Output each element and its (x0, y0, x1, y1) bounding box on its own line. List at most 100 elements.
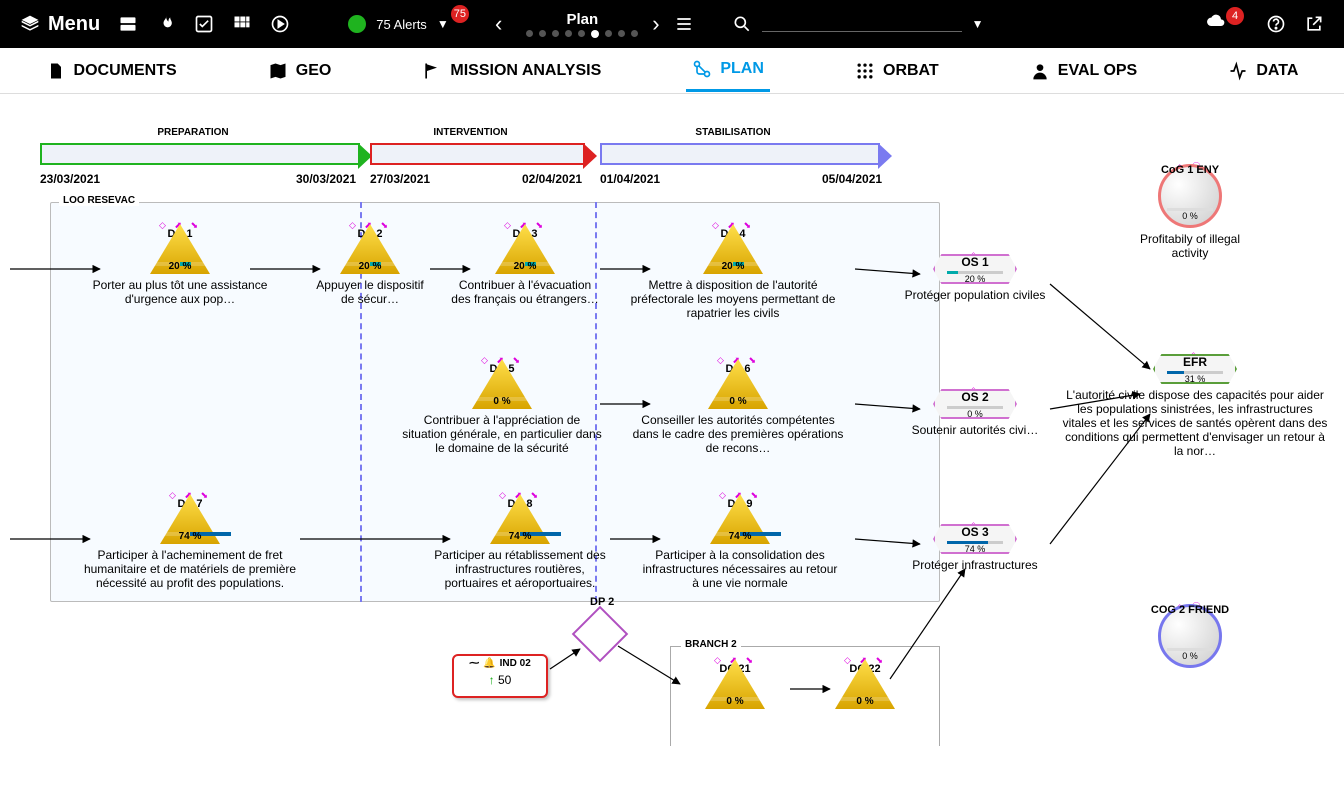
node-dc6[interactable]: ◇ ⬈ ⬊ DC 60 % Conseiller les autorités c… (628, 359, 848, 455)
node-efr[interactable]: ◇ EFR31 % L'autorité civile dispose des … (1060, 354, 1330, 458)
efr-desc: L'autorité civile dispose des capacités … (1060, 388, 1330, 458)
os1-desc: Protéger population civiles (900, 288, 1050, 302)
tab-data-label: DATA (1256, 62, 1298, 80)
list-icon[interactable] (674, 14, 694, 34)
tab-data[interactable]: DATA (1222, 51, 1304, 91)
pulse-icon: ⁓ (469, 658, 479, 669)
node-dc4[interactable]: ◇ ⬈ ⬊ DC 420 % Mettre à disposition de l… (628, 224, 838, 320)
plan-next[interactable]: › (652, 11, 659, 37)
dc6-desc: Conseiller les autorités compétentes dan… (628, 413, 848, 455)
phase-intervention[interactable]: INTERVENTION (370, 144, 585, 164)
tab-geo[interactable]: GEO (262, 51, 338, 91)
cog2-pct: 0 % (1182, 651, 1198, 661)
dc4-pct: 20 % (722, 261, 745, 272)
node-dp2[interactable] (572, 606, 629, 663)
grid-icon[interactable] (232, 14, 252, 34)
search-chevron-down-icon[interactable]: ▼ (972, 17, 984, 31)
dc8-pct: 74 % (509, 531, 532, 542)
dc8-desc: Participer au rétablissement des infrast… (430, 548, 610, 590)
tab-geo-label: GEO (296, 62, 332, 80)
phase-intervention-label: INTERVENTION (370, 127, 571, 138)
plan-canvas[interactable]: PREPARATION INTERVENTION STABILISATION 2… (0, 94, 1344, 785)
cog1-name: CoG 1 ENY (1161, 164, 1219, 176)
node-dc9[interactable]: ◇ ⬈ ⬊ DC 974 % Participer à la consolida… (640, 494, 840, 590)
play-icon[interactable] (270, 14, 290, 34)
phase-preparation[interactable]: PREPARATION (40, 144, 360, 164)
open-external-icon[interactable] (1304, 14, 1324, 34)
layers-icon (20, 14, 40, 34)
node-dc5[interactable]: ◇ ⬈ ⬊ DC 50 % Contribuer à l'appréciatio… (402, 359, 602, 455)
tab-orbat-label: ORBAT (883, 62, 939, 80)
status-dot (348, 15, 366, 33)
node-dc2[interactable]: ◇ ⬈ ⬊ DC 220 % Appuyer le dispositif de … (310, 224, 430, 306)
node-ind02[interactable]: ⁓🔔IND 02 ↑ 50 (452, 654, 548, 698)
dc5-pct: 0 % (493, 396, 510, 407)
node-dc21[interactable]: ◇ ⬈ ⬊ DC 210 % (680, 659, 790, 709)
node-dc22[interactable]: ◇ ⬈ ⬊ DC 220 % (810, 659, 920, 709)
cog2-name: COG 2 FRIEND (1151, 604, 1229, 616)
efr-name: EFR (1183, 355, 1207, 369)
node-os1[interactable]: ◇ OS 120 % Protéger population civiles (900, 254, 1050, 302)
tab-orbat[interactable]: ORBAT (849, 51, 945, 91)
plan-title: Plan (566, 11, 598, 28)
os1-pct: 20 % (965, 274, 986, 284)
dc9-desc: Participer à la consolidation des infras… (640, 548, 840, 590)
dc1-desc: Porter au plus tôt une assistance d'urge… (90, 278, 270, 306)
os3-desc: Protéger infrastructures (900, 558, 1050, 572)
os1-name: OS 1 (961, 255, 988, 269)
os3-name: OS 3 (961, 525, 988, 539)
alerts-label: 75 Alerts (376, 17, 427, 32)
tab-evalops[interactable]: EVAL OPS (1024, 51, 1143, 91)
chevron-down-icon: ▼ (437, 17, 449, 31)
os2-desc: Soutenir autorités civi… (900, 423, 1050, 437)
node-os2[interactable]: ◇ OS 20 % Soutenir autorités civi… (900, 389, 1050, 437)
cloud-button[interactable]: 4 (1206, 11, 1248, 37)
os2-pct: 0 % (967, 409, 983, 419)
plan-dots (526, 30, 638, 38)
server-icon[interactable] (118, 14, 138, 34)
node-cog1[interactable]: ◇ ⦿ CoG 1 ENY 0 % Profitabily of illegal… (1120, 164, 1260, 260)
efr-pct: 31 % (1185, 374, 1206, 384)
phase-preparation-label: PREPARATION (40, 127, 346, 138)
search-input[interactable] (762, 16, 962, 32)
plan-tabs[interactable]: Plan (526, 11, 638, 38)
plan-prev[interactable]: ‹ (495, 11, 502, 37)
tab-mission[interactable]: MISSION ANALYSIS (416, 51, 607, 91)
phase-stabilisation-start: 01/04/2021 (600, 172, 660, 186)
cloud-icon (1206, 11, 1226, 31)
alerts-dropdown[interactable]: 75 Alerts ▼ 75 (348, 15, 477, 33)
flame-icon[interactable] (156, 14, 176, 34)
phase-preparation-start: 23/03/2021 (40, 172, 100, 186)
tab-documents-label: DOCUMENTS (74, 62, 177, 80)
trend-up-icon: ↑ (489, 673, 495, 687)
dc7-desc: Participer à l'acheminement de fret huma… (65, 548, 315, 590)
dc3-pct: 20 % (514, 261, 537, 272)
ind-name: IND 02 (500, 658, 531, 669)
tab-evalops-label: EVAL OPS (1058, 62, 1137, 80)
tab-plan[interactable]: PLAN (686, 49, 770, 92)
tab-documents[interactable]: DOCUMENTS (40, 51, 183, 91)
node-cog2[interactable]: ◇ ⦿ COG 2 FRIEND 0 % (1120, 604, 1260, 668)
dc7-pct: 74 % (179, 531, 202, 542)
search: ▼ (732, 14, 984, 34)
ind-value: 50 (498, 673, 511, 687)
phase-preparation-end: 30/03/2021 (296, 172, 356, 186)
phase-intervention-end: 02/04/2021 (522, 172, 582, 186)
loo-title: LOO RESEVAC (59, 195, 139, 206)
dc21-pct: 0 % (726, 696, 743, 707)
search-icon (732, 14, 752, 34)
menu-button[interactable]: Menu (20, 13, 100, 36)
dc6-pct: 0 % (729, 396, 746, 407)
node-dc1[interactable]: ◇ ⬈ ⬊ DC 1 20 % Porter au plus tôt une a… (90, 224, 270, 306)
check-icon[interactable] (194, 14, 214, 34)
node-dc8[interactable]: ◇ ⬈ ⬊ DC 874 % Participer au rétablissem… (430, 494, 610, 590)
node-dc3[interactable]: ◇ ⬈ ⬊ DC 320 % Contribuer à l'évacuation… (450, 224, 600, 306)
os2-name: OS 2 (961, 390, 988, 404)
menu-label: Menu (48, 13, 100, 36)
help-icon[interactable] (1266, 14, 1286, 34)
node-os3[interactable]: ◇ OS 374 % Protéger infrastructures (900, 524, 1050, 572)
dc3-desc: Contribuer à l'évacuation des français o… (450, 278, 600, 306)
dc5-desc: Contribuer à l'appréciation de situation… (402, 413, 602, 455)
phase-stabilisation[interactable]: STABILISATION (600, 144, 880, 164)
node-dc7[interactable]: ◇ ⬈ ⬊ DC 774 % Participer à l'achemineme… (65, 494, 315, 590)
